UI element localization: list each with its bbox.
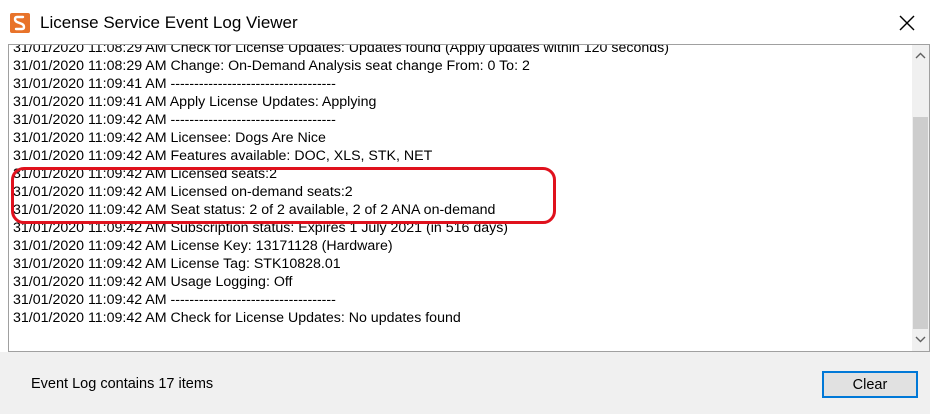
vertical-scrollbar[interactable]: [912, 45, 929, 351]
status-bar: Event Log contains 17 items Clear: [0, 352, 930, 414]
close-button[interactable]: [884, 0, 930, 46]
log-line[interactable]: 31/01/2020 11:08:29 AM Change: On-Demand…: [13, 57, 907, 75]
chevron-up-icon: [915, 52, 926, 59]
log-line[interactable]: 31/01/2020 11:09:42 AM Licensed on-deman…: [13, 183, 907, 201]
scroll-thumb[interactable]: [913, 117, 928, 329]
log-line[interactable]: 31/01/2020 11:09:42 AM License Tag: STK1…: [13, 255, 907, 273]
log-lines: 31/01/2020 11:08:29 AM Check for License…: [13, 45, 907, 327]
app-logo-icon: [10, 13, 30, 33]
log-line[interactable]: 31/01/2020 11:09:42 AM Check for License…: [13, 309, 907, 327]
scroll-down-button[interactable]: [912, 329, 929, 351]
chevron-down-icon: [915, 336, 926, 343]
close-icon: [899, 15, 915, 31]
log-line[interactable]: 31/01/2020 11:09:42 AM Seat status: 2 of…: [13, 201, 907, 219]
log-line[interactable]: 31/01/2020 11:09:41 AM Apply License Upd…: [13, 93, 907, 111]
log-line[interactable]: 31/01/2020 11:08:29 AM Check for License…: [13, 45, 907, 57]
log-line[interactable]: 31/01/2020 11:09:42 AM -----------------…: [13, 291, 907, 309]
event-log-list[interactable]: 31/01/2020 11:08:29 AM Check for License…: [8, 44, 930, 352]
log-line[interactable]: 31/01/2020 11:09:42 AM Usage Logging: Of…: [13, 273, 907, 291]
log-line[interactable]: 31/01/2020 11:09:42 AM Subscription stat…: [13, 219, 907, 237]
log-line[interactable]: 31/01/2020 11:09:41 AM -----------------…: [13, 75, 907, 93]
log-line[interactable]: 31/01/2020 11:09:42 AM License Key: 1317…: [13, 237, 907, 255]
scroll-up-button[interactable]: [912, 45, 929, 67]
clear-button[interactable]: Clear: [822, 371, 918, 398]
log-line[interactable]: 31/01/2020 11:09:42 AM Licensee: Dogs Ar…: [13, 129, 907, 147]
log-line[interactable]: 31/01/2020 11:09:42 AM Licensed seats:2: [13, 165, 907, 183]
title-bar: License Service Event Log Viewer: [0, 0, 930, 46]
window-title: License Service Event Log Viewer: [40, 13, 298, 32]
log-line[interactable]: 31/01/2020 11:09:42 AM Features availabl…: [13, 147, 907, 165]
item-count-label: Event Log contains 17 items: [31, 376, 214, 392]
log-line[interactable]: 31/01/2020 11:09:42 AM -----------------…: [13, 111, 907, 129]
